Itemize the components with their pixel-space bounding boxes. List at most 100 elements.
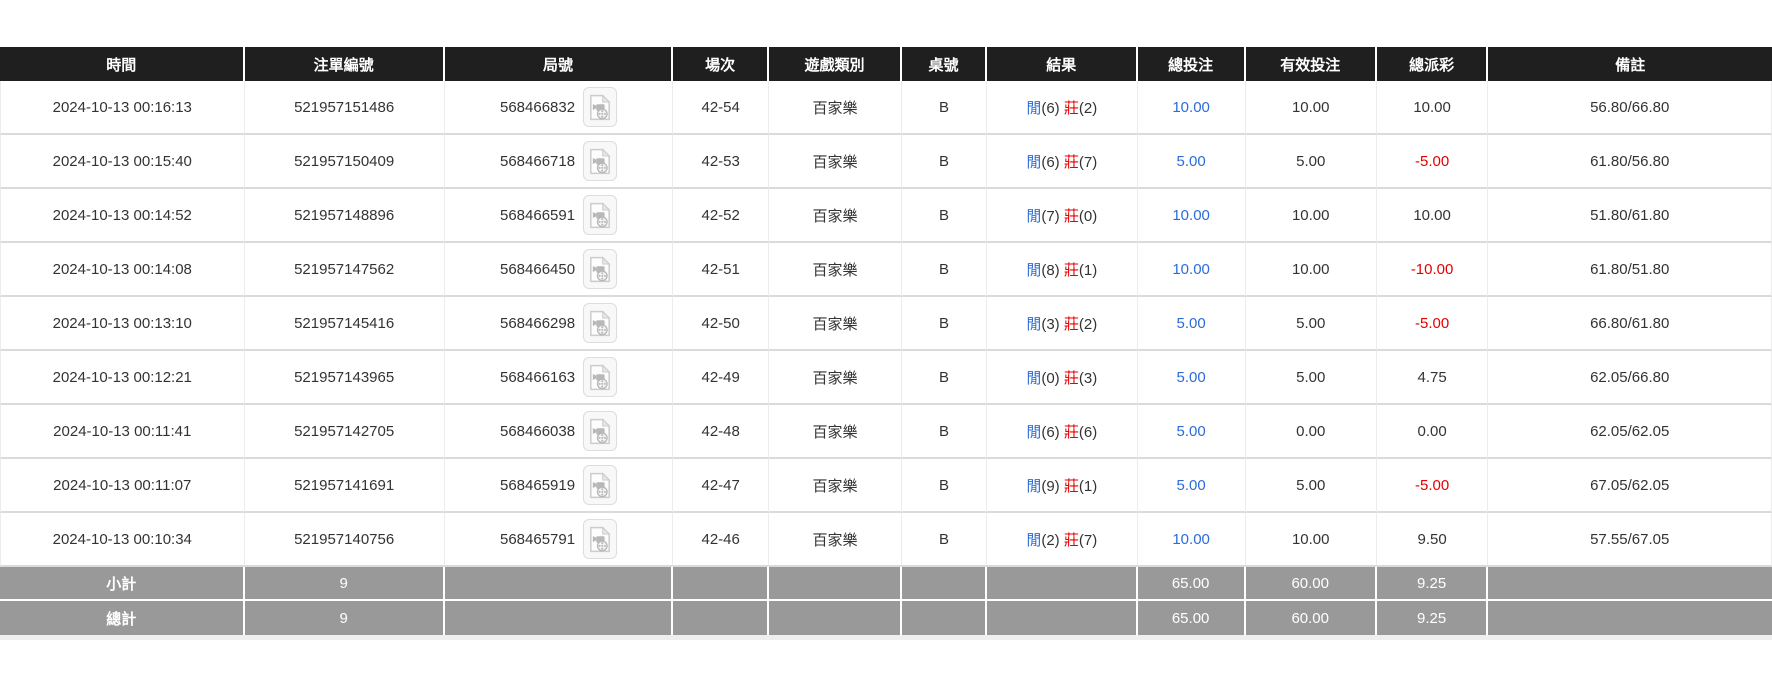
banker-score: (7): [1079, 532, 1097, 549]
result-cell: 閒(7) 莊(0): [987, 189, 1138, 243]
valid-bet-cell: 10.00: [1246, 189, 1377, 243]
round-number: 568465791: [500, 531, 575, 548]
valid-bet-cell: 5.00: [1246, 351, 1377, 405]
valid-bet-cell: 5.00: [1246, 459, 1377, 513]
game-type-cell: 百家樂: [769, 351, 902, 405]
round-cell: 568466450: [445, 243, 674, 297]
banker-result-label: 莊: [1064, 100, 1079, 117]
table-body: 2024-10-13 00:16:13 521957151486 5684668…: [0, 81, 1772, 567]
total-bet-cell[interactable]: 5.00: [1138, 405, 1246, 459]
remark-cell: 62.05/62.05: [1488, 405, 1772, 459]
banker-result-label: 莊: [1064, 424, 1079, 441]
bet-id-cell: 521957140756: [245, 513, 445, 567]
video-replay-button[interactable]: [583, 303, 617, 343]
result-cell: 閒(0) 莊(3): [987, 351, 1138, 405]
video-replay-icon: [589, 94, 611, 121]
time-cell: 2024-10-13 00:12:21: [0, 351, 245, 405]
valid-bet-cell: 10.00: [1246, 243, 1377, 297]
total-bet-cell[interactable]: 10.00: [1138, 81, 1246, 135]
remark-cell: 51.80/61.80: [1488, 189, 1772, 243]
video-replay-icon: [589, 256, 611, 283]
banker-score: (0): [1079, 208, 1097, 225]
bet-records-section: 時間注單編號局號場次遊戲類別桌號結果總投注有效投注總派彩備註 2024-10-1…: [0, 47, 1772, 635]
time-cell: 2024-10-13 00:10:34: [0, 513, 245, 567]
bet-id-cell: 521957150409: [245, 135, 445, 189]
banker-score: (7): [1079, 154, 1097, 171]
total-bet-cell[interactable]: 10.00: [1138, 243, 1246, 297]
total-bet-cell[interactable]: 5.00: [1138, 297, 1246, 351]
session-cell: 42-53: [673, 135, 769, 189]
summary-label-cell: 總計: [0, 601, 245, 635]
column-header-valid_bet: 有效投注: [1246, 47, 1377, 81]
total-bet-cell[interactable]: 10.00: [1138, 189, 1246, 243]
video-replay-button[interactable]: [583, 411, 617, 451]
video-replay-icon: [589, 202, 611, 229]
player-score: (0): [1041, 370, 1059, 387]
summary-empty-cell: [769, 601, 902, 635]
round-number: 568466591: [500, 207, 575, 224]
banker-score: (1): [1079, 478, 1097, 495]
round-cell: 568466591: [445, 189, 674, 243]
player-score: (2): [1041, 532, 1059, 549]
table-header: 時間注單編號局號場次遊戲類別桌號結果總投注有效投注總派彩備註: [0, 47, 1772, 81]
video-replay-button[interactable]: [583, 465, 617, 505]
column-header-bet_id: 注單編號: [245, 47, 445, 81]
video-replay-button[interactable]: [583, 357, 617, 397]
video-replay-button[interactable]: [583, 141, 617, 181]
valid-bet-cell: 0.00: [1246, 405, 1377, 459]
banker-result-label: 莊: [1064, 370, 1079, 387]
payout-cell: 4.75: [1377, 351, 1489, 405]
game-type-cell: 百家樂: [769, 81, 902, 135]
bet-id-cell: 521957145416: [245, 297, 445, 351]
game-type-cell: 百家樂: [769, 189, 902, 243]
video-replay-button[interactable]: [583, 195, 617, 235]
summary-total-bet-cell: 65.00: [1138, 601, 1246, 635]
round-cell: 568466718: [445, 135, 674, 189]
player-result-label: 閒: [1026, 208, 1041, 225]
round-cell: 568466163: [445, 351, 674, 405]
subtotal-row: 小計 9 65.00 60.00 9.25: [0, 567, 1772, 601]
player-result-label: 閒: [1026, 316, 1041, 333]
payout-cell: -5.00: [1377, 297, 1489, 351]
player-score: (6): [1041, 100, 1059, 117]
video-replay-button[interactable]: [583, 249, 617, 289]
round-number: 568466718: [500, 153, 575, 170]
table-row: 2024-10-13 00:16:13 521957151486 5684668…: [0, 81, 1772, 135]
game-type-cell: 百家樂: [769, 405, 902, 459]
video-replay-button[interactable]: [583, 519, 617, 559]
table-row: 2024-10-13 00:14:52 521957148896 5684665…: [0, 189, 1772, 243]
table-no-cell: B: [902, 81, 987, 135]
summary-total-bet-cell: 65.00: [1138, 567, 1246, 601]
video-replay-icon: [589, 148, 611, 175]
result-cell: 閒(6) 莊(7): [987, 135, 1138, 189]
session-cell: 42-50: [673, 297, 769, 351]
time-cell: 2024-10-13 00:14:52: [0, 189, 245, 243]
result-cell: 閒(8) 莊(1): [987, 243, 1138, 297]
bet-id-cell: 521957142705: [245, 405, 445, 459]
summary-empty-cell: [769, 567, 902, 601]
summary-empty-cell: [673, 567, 769, 601]
remark-cell: 67.05/62.05: [1488, 459, 1772, 513]
column-header-round_id: 局號: [445, 47, 674, 81]
column-header-session: 場次: [673, 47, 769, 81]
summary-empty-cell: [987, 567, 1138, 601]
valid-bet-cell: 10.00: [1246, 81, 1377, 135]
table-no-cell: B: [902, 243, 987, 297]
player-result-label: 閒: [1026, 370, 1041, 387]
video-replay-icon: [589, 418, 611, 445]
video-replay-button[interactable]: [583, 87, 617, 127]
total-bet-cell[interactable]: 5.00: [1138, 135, 1246, 189]
table-bottom-strip: [0, 635, 1772, 640]
total-bet-cell[interactable]: 5.00: [1138, 351, 1246, 405]
summary-payout-cell: 9.25: [1377, 601, 1489, 635]
time-cell: 2024-10-13 00:14:08: [0, 243, 245, 297]
column-header-time: 時間: [0, 47, 245, 81]
result-cell: 閒(9) 莊(1): [987, 459, 1138, 513]
total-bet-cell[interactable]: 5.00: [1138, 459, 1246, 513]
total-bet-cell[interactable]: 10.00: [1138, 513, 1246, 567]
round-number: 568466163: [500, 369, 575, 386]
table-row: 2024-10-13 00:11:07 521957141691 5684659…: [0, 459, 1772, 513]
table-no-cell: B: [902, 351, 987, 405]
player-result-label: 閒: [1026, 154, 1041, 171]
result-cell: 閒(6) 莊(6): [987, 405, 1138, 459]
